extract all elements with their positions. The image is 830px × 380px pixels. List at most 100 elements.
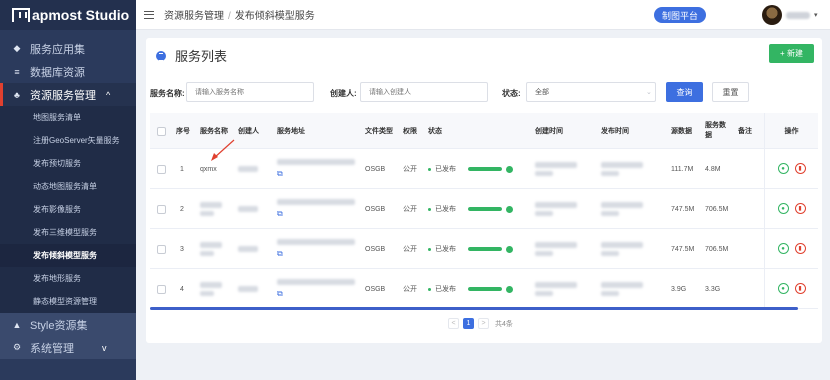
sidebar-item-resource-service[interactable]: ♣ 资源服务管理 ^: [0, 83, 136, 106]
status-dot-icon: [428, 207, 431, 211]
row-address: ⧉: [277, 189, 355, 229]
sidebar-item-system[interactable]: ⚙ 系统管理 v: [0, 336, 136, 359]
trash-icon[interactable]: ▮: [794, 283, 806, 294]
row-permission: 公开: [403, 246, 417, 253]
query-button[interactable]: 查询: [666, 82, 703, 102]
sidebar-subitem-static-model[interactable]: 静态模型资源管理: [0, 290, 136, 313]
eye-icon[interactable]: ●: [777, 283, 789, 294]
row-published-blurred: [601, 229, 643, 269]
eye-icon[interactable]: ●: [777, 243, 789, 254]
horizontal-scrollbar[interactable]: [150, 307, 798, 310]
progress-bar: [468, 287, 502, 291]
eye-icon[interactable]: ●: [777, 203, 789, 214]
eye-icon[interactable]: ●: [777, 163, 789, 174]
col-note: 备注: [738, 128, 752, 135]
service-name-input[interactable]: [186, 82, 314, 102]
chevron-up-icon: ^: [106, 89, 111, 100]
sidebar-subitem-terrain[interactable]: 发布地形服务: [0, 267, 136, 290]
sidebar-item-database[interactable]: ≡ 数据库资源: [0, 60, 136, 83]
status-dot-icon: [428, 247, 431, 251]
chevron-down-icon: v: [102, 342, 107, 353]
sidebar-item-label: 资源服务管理: [30, 89, 96, 102]
table-row[interactable]: 1 qxmx ⧉ OSGB 公开 已发布 111.7M 4.8M: [150, 149, 800, 189]
trash-icon[interactable]: ▮: [794, 243, 806, 254]
sidebar-subitem-dynamic-map[interactable]: 动态地图服务清单: [0, 175, 136, 198]
platform-button[interactable]: 制图平台: [654, 7, 707, 23]
sidebar-subitem-geoserver[interactable]: 注册GeoServer矢量服务: [0, 129, 136, 152]
copy-icon[interactable]: ⧉: [277, 209, 283, 219]
row-checkbox[interactable]: [157, 149, 166, 189]
user-menu[interactable]: ▾: [762, 5, 818, 25]
check-circle-icon: [506, 165, 513, 173]
sidebar-subitem-label: 动态地图服务清单: [33, 182, 97, 191]
sidebar-item-label: 系统管理: [30, 342, 74, 355]
row-checkbox[interactable]: [157, 189, 166, 229]
col-permission: 权限: [403, 128, 417, 135]
cluster-icon: ♣: [14, 89, 20, 100]
menu-toggle-icon[interactable]: [144, 10, 154, 19]
trash-icon[interactable]: ▮: [794, 203, 806, 214]
row-ops: ● ▮: [764, 149, 818, 189]
sidebar-subitem-label: 发布预切服务: [33, 159, 81, 168]
row-permission: 公开: [403, 166, 417, 173]
copy-icon[interactable]: ⧉: [277, 289, 283, 299]
sidebar-subitem-map-list[interactable]: 地图服务清单: [0, 106, 136, 129]
sidebar-subitem-imagery[interactable]: 发布影像服务: [0, 198, 136, 221]
sidebar-item-service-apps[interactable]: ◆ 服务应用集: [0, 37, 136, 60]
status-badge: 已发布: [435, 286, 456, 293]
row-progress: [468, 149, 513, 189]
breadcrumb-parent[interactable]: 资源服务管理: [164, 11, 224, 22]
sidebar-subitem-precut[interactable]: 发布预切服务: [0, 152, 136, 175]
row-index: 1: [180, 165, 184, 173]
sidebar-subitem-3d-model[interactable]: 发布三维模型服务: [0, 221, 136, 244]
service-list-panel: 服务列表 + 新建 服务名称: 创建人: 状态: 全部 ⌄ 查询 重置 序号 服…: [146, 38, 822, 343]
layers-icon: ◆: [13, 43, 21, 53]
row-checkbox[interactable]: [157, 269, 166, 309]
table-row[interactable]: 3 ⧉ OSGB 公开 已发布 747.5M 706.5M: [150, 229, 800, 269]
select-all-checkbox[interactable]: [157, 113, 166, 149]
col-name: 服务名称: [200, 128, 228, 135]
prev-page-button[interactable]: <: [448, 318, 459, 329]
next-page-button[interactable]: >: [478, 318, 489, 329]
sidebar-subitem-label: 发布三维模型服务: [33, 228, 97, 237]
row-published-blurred: [601, 189, 643, 229]
col-created: 创建时间: [535, 128, 563, 135]
sidebar-item-label: 服务应用集: [30, 43, 85, 56]
col-ops: 操作: [764, 113, 818, 149]
col-index: 序号: [176, 128, 190, 135]
service-table: 序号 服务名称 创建人 服务地址 文件类型 权限 状态 创建时间 发布时间 源数…: [150, 113, 800, 309]
copy-icon[interactable]: ⧉: [277, 169, 283, 179]
brand[interactable]: apmost Studio: [0, 0, 136, 30]
row-status: 已发布: [428, 189, 456, 229]
sidebar-subitem-label: 发布地形服务: [33, 274, 81, 283]
service-name-label: 服务名称:: [150, 89, 185, 98]
row-name-blurred: [200, 229, 222, 269]
page-1-button[interactable]: 1: [463, 318, 474, 329]
row-index: 4: [180, 285, 184, 293]
reset-button[interactable]: 重置: [712, 82, 749, 102]
sidebar-subitem-oblique-model[interactable]: 发布倾斜模型服务: [0, 244, 136, 267]
brand-logo-icon: [12, 8, 30, 22]
table-row[interactable]: 2 ⧉ OSGB 公开 已发布 747.5M 706.5M: [150, 189, 800, 229]
row-source-data: 3.9G: [671, 285, 687, 293]
brand-name: apmost Studio: [32, 7, 130, 23]
topbar: 资源服务管理 / 发布倾斜模型服务 制图平台 ▾: [136, 0, 830, 30]
list-icon: [156, 50, 166, 61]
row-name-blurred: [200, 269, 222, 309]
creator-input[interactable]: [360, 82, 488, 102]
progress-bar: [468, 167, 502, 171]
row-ops: ● ▮: [764, 269, 818, 309]
row-file-type: OSGB: [365, 245, 386, 253]
table-row[interactable]: 4 ⧉ OSGB 公开 已发布 3.9G 3.3G: [150, 269, 800, 309]
col-source-data: 源数据: [671, 128, 692, 135]
row-checkbox[interactable]: [157, 229, 166, 269]
sidebar-item-style[interactable]: ▲ Style资源集: [0, 313, 136, 336]
status-select[interactable]: 全部: [526, 82, 656, 102]
new-button[interactable]: + 新建: [769, 44, 814, 63]
filter-bar: 服务名称: 创建人: 状态: 全部 ⌄ 查询 重置: [150, 82, 818, 102]
avatar[interactable]: [762, 5, 782, 25]
trash-icon[interactable]: ▮: [794, 163, 806, 174]
row-progress: [468, 189, 513, 229]
row-created-blurred: [535, 149, 577, 189]
copy-icon[interactable]: ⧉: [277, 249, 283, 259]
